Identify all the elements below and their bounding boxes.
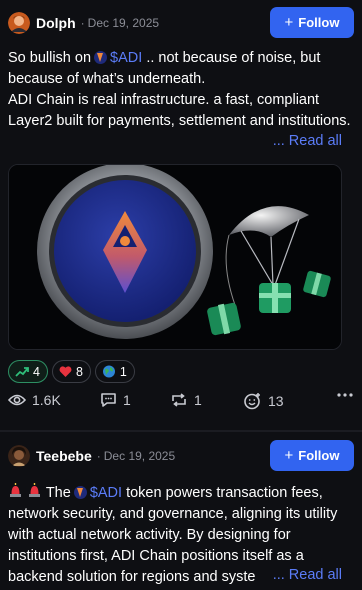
post-card: Teebebe · Dec 19, 2025 + Follow The $ADI … <box>0 432 362 590</box>
more-options-button[interactable] <box>336 392 354 398</box>
reaction-heart[interactable]: 8 <box>51 360 91 383</box>
post-image[interactable] <box>8 164 342 350</box>
globe-emoji-icon <box>102 365 116 378</box>
token-link[interactable]: $ADI <box>110 50 142 66</box>
reaction-trending[interactable]: 4 <box>8 360 48 383</box>
post-date: Dec 19, 2025 <box>103 448 176 463</box>
siren-icon <box>8 483 23 497</box>
post-text: So bullish on $ADI .. not because of nois… <box>8 50 351 129</box>
post-header: Teebebe · Dec 19, 2025 + Follow <box>8 440 354 471</box>
more-horizontal-icon <box>336 392 354 398</box>
follow-label: Follow <box>298 15 340 30</box>
follow-label: Follow <box>298 448 340 463</box>
trending-up-icon <box>15 366 29 378</box>
avatar[interactable] <box>8 444 30 467</box>
reaction-bar: 4 8 1 <box>8 360 135 383</box>
plus-icon: + <box>284 14 294 31</box>
follow-button[interactable]: + Follow <box>270 440 354 471</box>
repost-icon <box>170 392 188 408</box>
author-name[interactable]: Teebebe <box>36 448 92 464</box>
comment-icon <box>100 392 117 408</box>
post-header: Dolph · Dec 19, 2025 + Follow <box>8 7 354 38</box>
likes-stat[interactable]: 13 <box>243 392 284 410</box>
adi-token-icon <box>94 51 108 64</box>
adi-token-icon <box>73 486 87 499</box>
siren-icon <box>27 483 42 497</box>
reposts-stat[interactable]: 1 <box>170 392 202 408</box>
plus-icon: + <box>284 447 294 464</box>
avatar[interactable] <box>8 11 30 34</box>
token-link[interactable]: $ADI <box>90 485 122 501</box>
post-date: Dec 19, 2025 <box>87 15 160 30</box>
follow-button[interactable]: + Follow <box>270 7 354 38</box>
smiley-plus-icon <box>243 392 262 410</box>
post-card: Dolph · Dec 19, 2025 + Follow So bullish… <box>0 0 362 430</box>
eye-icon <box>8 393 26 407</box>
views-stat[interactable]: 1.6K <box>8 392 61 408</box>
read-all-link[interactable]: ... Read all <box>266 567 342 583</box>
heart-icon <box>59 365 72 378</box>
read-all-link[interactable]: ... Read all <box>266 133 342 149</box>
comments-stat[interactable]: 1 <box>100 392 131 408</box>
author-name[interactable]: Dolph <box>36 15 76 31</box>
engagement-bar: 1.6K 1 1 13 <box>8 392 354 414</box>
reaction-globe[interactable]: 1 <box>94 360 135 383</box>
